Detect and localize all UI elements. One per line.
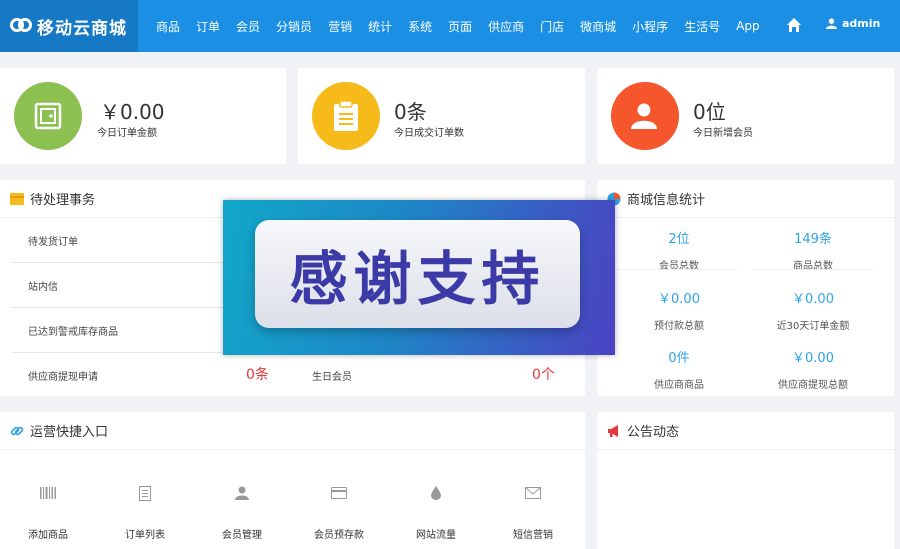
logo[interactable]: 移动云商城: [0, 0, 138, 52]
stat-label: 今日订单金额: [97, 128, 157, 139]
stat-prepaid-total: ￥0.00 预付款总额: [619, 288, 739, 332]
stat-value: 0件: [668, 351, 690, 366]
stat-goods-total: 149条 商品总数: [753, 228, 873, 272]
nav-item-stores[interactable]: 门店: [540, 18, 564, 35]
quick-label: 订单列表: [125, 530, 165, 541]
link-icon: [10, 426, 24, 435]
top-navigation-bar: 移动云商城 商品 订单 会员 分销员 营销 统计 系统 页面 供应商 门店 微商…: [0, 0, 900, 52]
nav-item-mini-program[interactable]: 小程序: [632, 18, 668, 35]
stat-value: 0条: [394, 100, 427, 124]
folder-icon: [10, 192, 24, 205]
logo-icon: [10, 18, 32, 34]
stat-label: 供应商提现总额: [778, 380, 848, 391]
stat-value: 2位: [668, 232, 690, 247]
thanks-banner-text: 感谢支持: [289, 245, 546, 313]
thanks-banner: 感谢支持: [223, 200, 615, 355]
panel-header: 商城信息统计: [597, 180, 894, 218]
stat-label: 供应商商品: [654, 380, 704, 391]
nav-item-app[interactable]: App: [736, 19, 759, 33]
divider: [617, 269, 737, 270]
mall-stats-panel: 商城信息统计 2位 会员总数 149条 商品总数 ￥0.00 预付款总额 ￥0.…: [597, 180, 894, 396]
stat-value: ￥0.00: [792, 351, 834, 366]
megaphone-icon: [608, 424, 618, 437]
clipboard-icon: [312, 82, 380, 150]
stat-value: 149条: [794, 232, 832, 247]
stat-label: 今日新增会员: [693, 128, 753, 139]
nav-item-statistics[interactable]: 统计: [368, 18, 392, 35]
user-add-icon: [611, 82, 679, 150]
quick-entry-panel: 运营快捷入口 添加商品 订单列表 会员管理 会员预存款 网站流量 短信营销: [0, 412, 585, 549]
task-label: 已达到警戒库存商品: [28, 327, 118, 338]
user-icon: [233, 484, 251, 502]
nav-item-members[interactable]: 会员: [236, 18, 260, 35]
stat-value: ￥0.00: [658, 292, 700, 307]
safe-icon: [14, 82, 82, 150]
barcode-icon: [39, 484, 57, 502]
nav-item-life-account[interactable]: 生活号: [684, 18, 720, 35]
nav-item-micro-mall[interactable]: 微商城: [580, 18, 616, 35]
notice-panel: 公告动态: [597, 412, 894, 549]
stat-value: 0位: [693, 100, 726, 124]
stat-label: 今日成交订单数: [394, 128, 464, 139]
divider: [753, 269, 873, 270]
quick-member-management[interactable]: 会员管理: [197, 484, 287, 541]
mail-icon: [524, 484, 542, 502]
stat-card-order-amount: ￥0.00 今日订单金额: [0, 68, 286, 164]
stat-member-total: 2位 会员总数: [619, 228, 739, 272]
task-count[interactable]: 0个: [532, 364, 555, 384]
quick-label: 短信营销: [513, 530, 553, 541]
quick-label: 会员预存款: [314, 530, 364, 541]
card-icon: [330, 484, 348, 502]
panel-title: 待处理事务: [30, 193, 96, 208]
task-label: 生日会员: [312, 372, 352, 383]
main-nav: 商品 订单 会员 分销员 营销 统计 系统 页面 供应商 门店 微商城 小程序 …: [148, 0, 768, 52]
panel-title: 公告动态: [627, 425, 680, 440]
quick-site-traffic[interactable]: 网站流量: [391, 484, 481, 541]
quick-label: 会员管理: [222, 530, 262, 541]
quick-order-list[interactable]: 订单列表: [100, 484, 190, 541]
task-label: 待发货订单: [28, 237, 78, 248]
panel-title: 运营快捷入口: [30, 425, 109, 440]
nav-item-goods[interactable]: 商品: [156, 18, 180, 35]
stat-label: 近30天订单金额: [776, 321, 850, 332]
quick-sms-marketing[interactable]: 短信营销: [488, 484, 578, 541]
thanks-banner-plate: 感谢支持: [255, 220, 580, 328]
user-menu[interactable]: admin: [826, 17, 880, 30]
task-label: 站内信: [28, 282, 58, 293]
quick-label: 添加商品: [28, 530, 68, 541]
stat-supplier-goods: 0件 供应商商品: [619, 347, 739, 391]
home-icon[interactable]: [786, 17, 802, 33]
list-icon: [136, 484, 154, 502]
stat-label: 预付款总额: [654, 321, 704, 332]
stat-value: ￥0.00: [792, 292, 834, 307]
nav-item-marketing[interactable]: 营销: [328, 18, 352, 35]
task-count[interactable]: 0条: [246, 364, 269, 384]
nav-item-system[interactable]: 系统: [408, 18, 432, 35]
panel-title: 商城信息统计: [627, 193, 706, 208]
stat-30day-order-amount: ￥0.00 近30天订单金额: [753, 288, 873, 332]
logo-text: 移动云商城: [37, 18, 127, 39]
nav-item-pages[interactable]: 页面: [448, 18, 472, 35]
nav-item-orders[interactable]: 订单: [196, 18, 220, 35]
task-row-supplier-withdrawal[interactable]: 供应商提现申请 0条 生日会员 0个: [12, 353, 572, 398]
panel-header: 运营快捷入口: [0, 412, 585, 450]
panel-header: 公告动态: [597, 412, 894, 450]
drop-icon: [427, 484, 445, 502]
task-label: 供应商提现申请: [28, 372, 98, 383]
nav-item-distributors[interactable]: 分销员: [276, 18, 312, 35]
quick-member-deposit[interactable]: 会员预存款: [294, 484, 384, 541]
nav-item-suppliers[interactable]: 供应商: [488, 18, 524, 35]
stat-supplier-withdrawal-total: ￥0.00 供应商提现总额: [753, 347, 873, 391]
user-icon: [826, 18, 837, 29]
stat-card-new-members: 0位 今日新增会员: [597, 68, 894, 164]
stat-value: ￥0.00: [100, 100, 165, 124]
quick-label: 网站流量: [416, 530, 456, 541]
username: admin: [842, 17, 881, 30]
quick-add-goods[interactable]: 添加商品: [3, 484, 93, 541]
stat-card-order-count: 0条 今日成交订单数: [298, 68, 585, 164]
